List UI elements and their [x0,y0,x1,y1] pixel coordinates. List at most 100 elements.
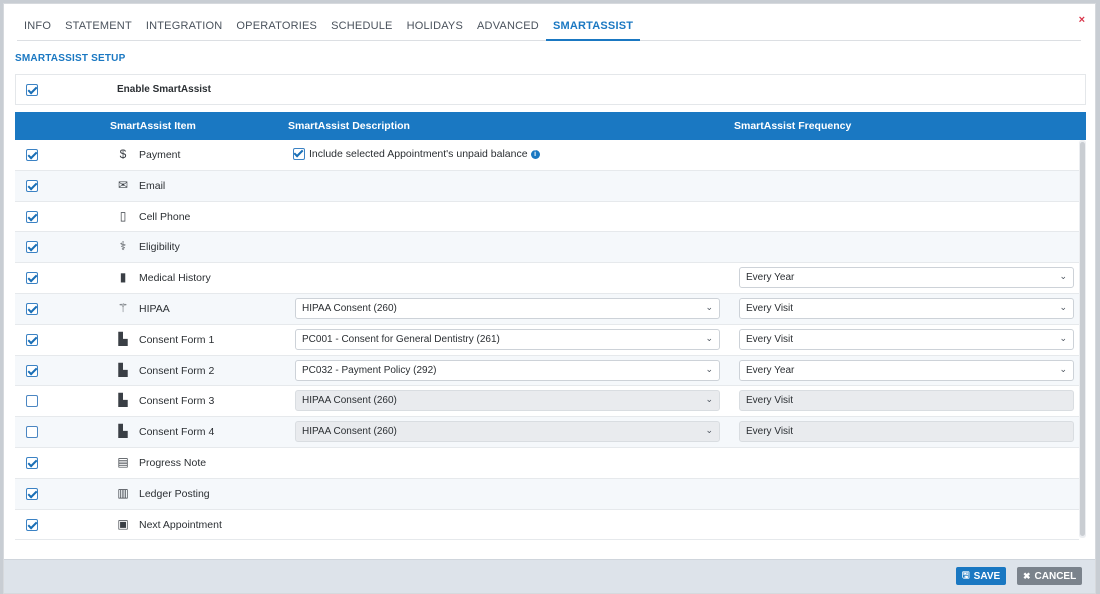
row-checkbox[interactable] [26,395,38,408]
table-row: ⚕ Eligibility [15,232,1079,264]
frequency-select-value: Every Year [746,272,795,284]
frequency-select-value: Every Visit [746,426,794,438]
table-row: ✉ Email [15,170,1079,202]
chevron-down-icon: ⌄ [1059,301,1067,312]
frequency-select: Every Visit [739,390,1074,412]
header-frequency: SmartAssist Frequency [734,120,852,132]
row-checkbox[interactable] [26,179,38,192]
table-row: ▮ Medical History Every Year ⌄ [15,263,1079,294]
row-checkbox[interactable] [26,518,38,531]
description-select[interactable]: HIPAA Consent (260) ⌄ [295,421,720,443]
row-checkbox[interactable] [26,456,38,469]
chevron-down-icon: ⌄ [705,363,713,374]
table-row: ▤ Progress Note [15,448,1079,479]
section-title: SMARTASSIST SETUP [15,53,126,64]
row-checkbox[interactable] [26,272,38,285]
tab-smartassist[interactable]: SMARTASSIST [545,9,641,41]
row-label: Email [139,179,166,192]
description-select[interactable]: PC032 - Payment Policy (292) ⌄ [295,359,720,381]
row-label: Consent Form 2 [139,364,215,377]
tab-operatories[interactable]: OPERATORIES [229,9,324,41]
chevron-down-icon: ⌄ [705,332,713,343]
chevron-down-icon: ⌄ [1059,271,1067,282]
row-label: Consent Form 4 [139,426,215,439]
cancel-button[interactable]: ✖ CANCEL [1017,567,1083,585]
frequency-select-value: Every Visit [746,302,794,314]
description-select[interactable]: PC001 - Consent for General Dentistry (2… [295,328,720,350]
chevron-down-icon: ⌄ [705,394,713,405]
vertical-scrollbar[interactable] [1079,140,1086,538]
table-row: ▙ Consent Form 4 HIPAA Consent (260) ⌄ Every… [15,417,1079,448]
row-checkbox[interactable] [26,210,38,223]
description-select[interactable]: HIPAA Consent (260) ⌄ [295,390,720,412]
description-select-value: HIPAA Consent (260) [302,426,397,438]
row-label: Medical History [139,272,211,285]
row-label: HIPAA [139,302,170,315]
smartassist-table-body: $ Payment Include selected Appointment's u… [15,140,1079,541]
caduceus-icon: ⚚ [117,300,129,315]
row-checkbox[interactable] [26,333,38,346]
row-checkbox[interactable] [26,487,38,500]
frequency-select-value: Every Year [746,364,795,376]
tab-info[interactable]: INFO [17,9,58,41]
row-label: Next Appointment [139,518,222,531]
frequency-select[interactable]: Every Visit ⌄ [739,328,1074,350]
frequency-select[interactable]: Every Year ⌄ [739,267,1074,289]
row-checkbox[interactable] [26,241,38,254]
row-checkbox[interactable] [26,149,38,161]
info-icon[interactable]: i [530,149,540,159]
tab-integration[interactable]: INTEGRATION [139,9,230,41]
tab-bar: INFO STATEMENT INTEGRATION OPERATORIES SCHED… [17,9,1081,41]
row-checkbox[interactable] [26,302,38,315]
enable-smartassist-row: Enable SmartAssist [15,74,1086,105]
tab-holidays[interactable]: HOLIDAYS [400,9,470,41]
row-label: Consent Form 3 [139,395,215,408]
row-label: Progress Note [139,456,207,469]
include-unpaid-balance-checkbox[interactable] [293,148,305,160]
save-label: SAVE [973,570,1001,582]
close-icon: ✖ [1023,570,1031,581]
description-select-value: PC032 - Payment Policy (292) [302,364,437,376]
include-unpaid-balance-label: Include selected Appointment's unpaid ba… [309,148,528,160]
row-label: Ledger Posting [139,487,210,500]
row-checkbox[interactable] [26,364,38,377]
chevron-down-icon: ⌄ [1059,332,1067,343]
mobile-phone-icon: ▯ [119,208,127,223]
row-label: Cell Phone [139,210,191,223]
table-header: SmartAssist Item SmartAssist Description… [15,112,1086,140]
tab-statement[interactable]: STATEMENT [58,9,139,41]
note-icon: ▤ [117,454,129,469]
frequency-select: Every Visit [739,421,1074,443]
description-select-value: HIPAA Consent (260) [302,395,397,407]
frequency-select-value: Every Visit [746,333,794,345]
form-icon: ▙ [118,362,128,377]
description-select[interactable]: HIPAA Consent (260) ⌄ [295,297,720,319]
table-row: ▣ Next Appointment [15,510,1079,541]
tab-advanced[interactable]: ADVANCED [470,9,546,41]
frequency-select[interactable]: Every Year ⌄ [739,359,1074,381]
frequency-select-value: Every Visit [746,395,794,407]
table-row: ▯ Cell Phone [15,202,1079,233]
enable-smartassist-label: Enable SmartAssist [117,84,211,95]
chevron-down-icon: ⌄ [705,425,713,436]
calendar-icon: ▣ [117,516,129,531]
table-row: ⚚ HIPAA HIPAA Consent (260) ⌄ Every Visit ⌄ [15,293,1079,325]
form-icon: ▙ [118,424,128,439]
enable-smartassist-checkbox[interactable] [26,84,38,96]
frequency-select[interactable]: Every Visit ⌄ [739,297,1074,319]
include-unpaid-balance-option: Include selected Appointment's unpaid ba… [293,148,540,160]
form-icon: ▙ [118,393,128,408]
modal-footer: 🖫 SAVE ✖ CANCEL [4,559,1095,593]
close-icon[interactable]: × [1079,14,1085,26]
header-item: SmartAssist Item [110,120,196,132]
chevron-down-icon: ⌄ [705,301,713,312]
smartassist-modal: INFO STATEMENT INTEGRATION OPERATORIES SCHED… [3,3,1096,594]
tab-schedule[interactable]: SCHEDULE [324,9,400,41]
row-checkbox[interactable] [26,426,38,439]
envelope-icon: ✉ [117,177,129,192]
scrollbar-thumb[interactable] [1080,142,1085,536]
dollar-icon: $ [119,147,127,161]
form-icon: ▙ [118,331,128,346]
chevron-down-icon: ⌄ [1059,363,1067,374]
save-button[interactable]: 🖫 SAVE [956,567,1007,585]
